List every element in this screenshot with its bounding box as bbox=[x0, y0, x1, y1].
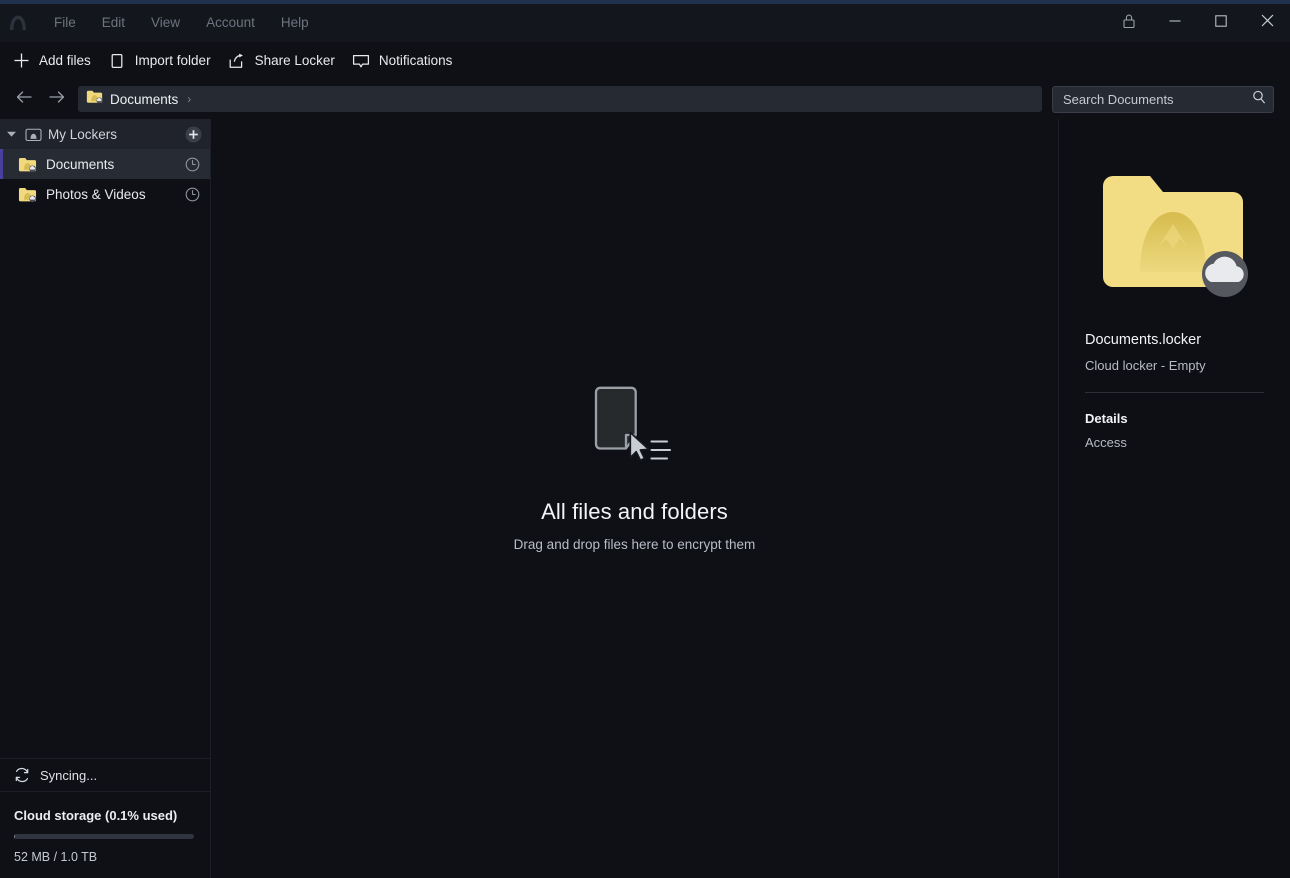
close-icon bbox=[1261, 14, 1274, 32]
empty-state-title: All files and folders bbox=[541, 498, 728, 524]
locker-folder-cloud-large-icon bbox=[1085, 149, 1264, 324]
lock-app-button[interactable] bbox=[1106, 4, 1152, 42]
notifications-button[interactable]: Notifications bbox=[346, 47, 464, 75]
empty-state: All files and folders Drag and drop file… bbox=[513, 386, 756, 552]
pending-clock-icon bbox=[184, 156, 200, 172]
menu-item-edit[interactable]: Edit bbox=[89, 10, 138, 36]
close-button[interactable] bbox=[1244, 4, 1290, 42]
breadcrumb-label: Documents bbox=[110, 91, 179, 107]
forward-button[interactable] bbox=[40, 85, 72, 113]
breadcrumb-separator-icon: › bbox=[187, 92, 192, 106]
menu-item-help[interactable]: Help bbox=[268, 10, 322, 36]
menu-item-file[interactable]: File bbox=[41, 10, 89, 36]
maximize-button[interactable] bbox=[1198, 4, 1244, 42]
share-icon bbox=[228, 52, 246, 70]
file-list-area[interactable]: All files and folders Drag and drop file… bbox=[211, 119, 1058, 878]
details-panel: Documents.locker Cloud locker - Empty De… bbox=[1058, 119, 1290, 878]
chevron-down-icon[interactable] bbox=[4, 131, 18, 137]
details-file-meta: Cloud locker - Empty bbox=[1085, 358, 1206, 373]
body-split: My Lockers Documents Photos & Videos Syn… bbox=[0, 119, 1290, 878]
details-divider bbox=[1085, 392, 1264, 393]
lock-icon bbox=[1122, 13, 1136, 34]
details-tab-list: Details Access bbox=[1085, 411, 1264, 450]
cloud-storage-progress-bar bbox=[14, 834, 194, 839]
window-controls bbox=[1106, 4, 1290, 42]
menu-bar: File Edit View Account Help bbox=[41, 10, 322, 36]
locker-folder-cloud-icon bbox=[18, 185, 37, 204]
nordlocker-window: File Edit View Account Help Add files Im… bbox=[0, 0, 1290, 878]
add-files-label: Add files bbox=[39, 53, 91, 68]
sync-status-row: Syncing... bbox=[0, 758, 210, 792]
details-file-name: Documents.locker bbox=[1085, 332, 1202, 348]
search-icon[interactable] bbox=[1252, 90, 1266, 109]
notification-bubble-icon bbox=[352, 52, 370, 70]
sync-status-label: Syncing... bbox=[40, 767, 98, 783]
empty-state-subtitle: Drag and drop files here to encrypt them bbox=[513, 536, 756, 552]
menu-item-account[interactable]: Account bbox=[193, 10, 268, 36]
sync-refresh-icon bbox=[14, 767, 30, 783]
breadcrumb[interactable]: Documents › bbox=[78, 86, 1042, 112]
main-toolbar: Add files Import folder Share Locker Not… bbox=[0, 42, 1290, 79]
cloud-storage-title: Cloud storage (0.1% used) bbox=[14, 808, 178, 823]
menu-item-view[interactable]: View bbox=[138, 10, 193, 36]
share-locker-label: Share Locker bbox=[254, 53, 335, 68]
my-lockers-header[interactable]: My Lockers bbox=[0, 119, 210, 149]
navigation-bar: Documents › bbox=[0, 79, 1290, 119]
sidebar: My Lockers Documents Photos & Videos Syn… bbox=[0, 119, 211, 878]
arrow-left-icon bbox=[16, 90, 33, 109]
tab-details[interactable]: Details bbox=[1085, 411, 1264, 426]
cloud-storage-usage-label: 52 MB / 1.0 TB bbox=[14, 850, 98, 864]
search-input[interactable] bbox=[1063, 91, 1252, 107]
notifications-label: Notifications bbox=[378, 53, 453, 68]
cloud-storage-progress-fill bbox=[14, 834, 16, 839]
my-lockers-label: My Lockers bbox=[48, 126, 118, 142]
tab-access[interactable]: Access bbox=[1085, 435, 1264, 450]
sidebar-item-documents[interactable]: Documents bbox=[0, 149, 210, 179]
locker-folder-icon bbox=[86, 89, 103, 109]
import-folder-button[interactable]: Import folder bbox=[102, 47, 222, 75]
sidebar-item-label: Photos & Videos bbox=[46, 186, 146, 202]
search-box[interactable] bbox=[1052, 85, 1274, 113]
share-locker-button[interactable]: Share Locker bbox=[222, 47, 346, 75]
sidebar-item-label: Documents bbox=[46, 156, 115, 172]
minimize-button[interactable] bbox=[1152, 4, 1198, 42]
maximize-icon bbox=[1215, 14, 1227, 32]
add-files-button[interactable]: Add files bbox=[6, 47, 102, 75]
pending-clock-icon bbox=[184, 186, 200, 202]
nordlocker-mountain-logo-icon bbox=[3, 8, 33, 38]
minimize-icon bbox=[1169, 14, 1181, 32]
cloud-storage-block: Cloud storage (0.1% used) 52 MB / 1.0 TB bbox=[0, 792, 210, 878]
import-folder-icon bbox=[108, 52, 126, 70]
plus-icon bbox=[12, 52, 30, 70]
sidebar-item-photos-videos[interactable]: Photos & Videos bbox=[0, 179, 210, 209]
locker-folder-cloud-icon bbox=[18, 155, 37, 174]
plus-circle-icon[interactable] bbox=[185, 126, 202, 143]
lockers-group-icon bbox=[24, 125, 42, 143]
lockers-tree: Documents Photos & Videos bbox=[0, 149, 210, 209]
back-button[interactable] bbox=[8, 85, 40, 113]
title-bar: File Edit View Account Help bbox=[0, 4, 1290, 42]
arrow-right-icon bbox=[48, 90, 65, 109]
import-folder-label: Import folder bbox=[134, 53, 211, 68]
document-drag-drop-icon bbox=[591, 386, 677, 473]
